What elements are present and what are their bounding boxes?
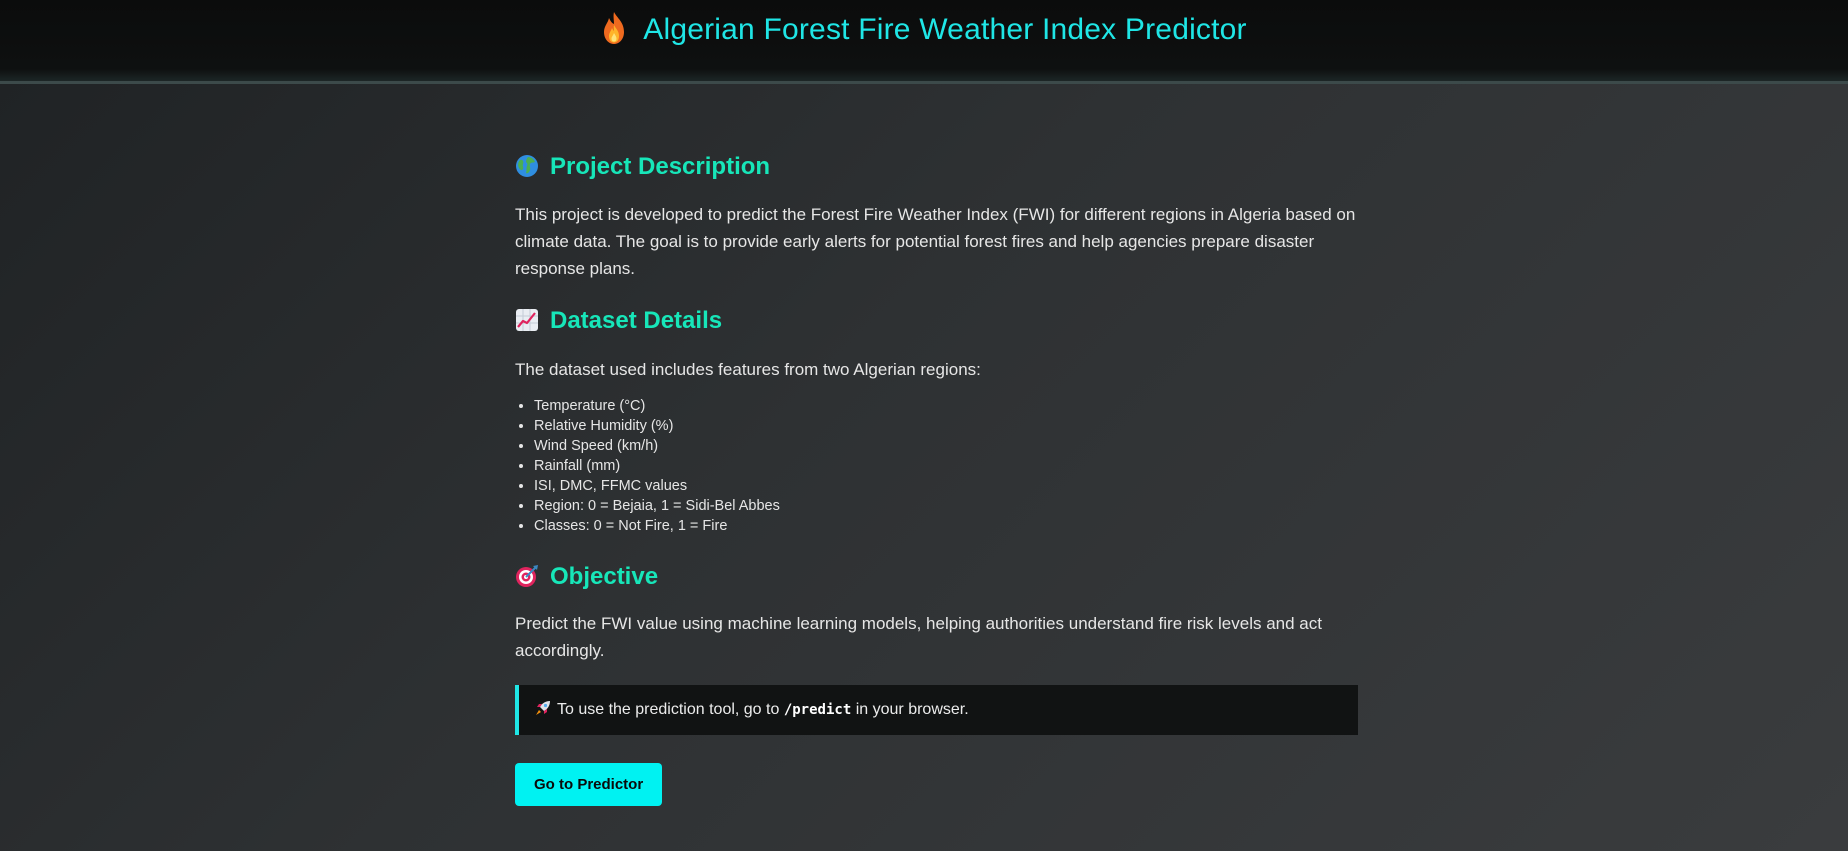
list-item: Wind Speed (km/h) bbox=[534, 436, 1358, 456]
description-paragraph: This project is developed to predict the… bbox=[515, 205, 1356, 278]
objective-paragraph: Predict the FWI value using machine lear… bbox=[515, 614, 1322, 660]
rocket-icon bbox=[535, 687, 551, 715]
section-heading-text: Project Description bbox=[550, 153, 771, 180]
flame-icon bbox=[601, 11, 627, 45]
section-heading-description: Project Description bbox=[515, 150, 1358, 184]
page-title: Algerian Forest Fire Weather Index Predi… bbox=[643, 13, 1247, 46]
chart-increasing-icon bbox=[515, 308, 539, 332]
feature-list: Temperature (°C) Relative Humidity (%) W… bbox=[515, 396, 1358, 536]
project-description-section: Project Description This project is deve… bbox=[515, 150, 1358, 282]
predict-hint-box: To use the prediction tool, go to /predi… bbox=[515, 685, 1358, 735]
globe-icon bbox=[515, 154, 539, 178]
section-heading-text: Dataset Details bbox=[550, 307, 723, 334]
hint-suffix-text: in your browser. bbox=[855, 701, 969, 718]
list-item: Temperature (°C) bbox=[534, 396, 1358, 416]
go-to-predictor-button[interactable]: Go to Predictor bbox=[515, 763, 663, 806]
list-item: Region: 0 = Bejaia, 1 = Sidi-Bel Abbes bbox=[534, 496, 1358, 516]
list-item: Classes: 0 = Not Fire, 1 = Fire bbox=[534, 516, 1358, 536]
main-content: Project Description This project is deve… bbox=[515, 150, 1358, 806]
section-heading-dataset: Dataset Details bbox=[515, 304, 1358, 338]
predict-route-code: /predict bbox=[783, 702, 852, 718]
dataset-intro-paragraph: The dataset used includes features from … bbox=[515, 360, 981, 379]
dataset-details-section: Dataset Details The dataset used include… bbox=[515, 304, 1358, 536]
header-bar: Algerian Forest Fire Weather Index Predi… bbox=[0, 0, 1848, 84]
target-icon bbox=[515, 564, 539, 588]
list-item: Relative Humidity (%) bbox=[534, 416, 1358, 436]
hint-prefix-text: To use the prediction tool, go to bbox=[557, 701, 780, 718]
section-heading-objective: Objective bbox=[515, 560, 1358, 594]
header-title-row: Algerian Forest Fire Weather Index Predi… bbox=[0, 10, 1848, 55]
objective-section: Objective Predict the FWI value using ma… bbox=[515, 560, 1358, 664]
list-item: Rainfall (mm) bbox=[534, 456, 1358, 476]
section-heading-text: Objective bbox=[550, 563, 659, 590]
list-item: ISI, DMC, FFMC values bbox=[534, 476, 1358, 496]
